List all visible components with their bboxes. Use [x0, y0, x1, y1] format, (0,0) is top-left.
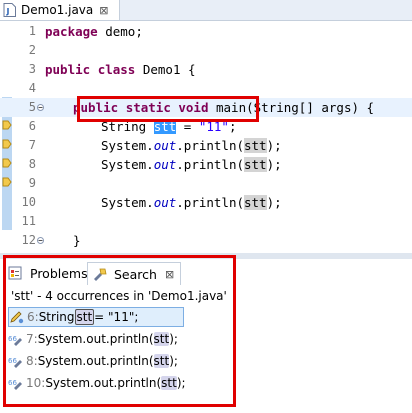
line-number: 2: [28, 43, 36, 57]
occurrence-highlight: stt: [244, 157, 267, 172]
code-token: .println(: [176, 138, 244, 153]
code-line: System.out.println(stt);: [101, 136, 282, 155]
keyword: class: [97, 62, 136, 77]
code-token: .println(: [176, 195, 244, 210]
code-line: System.out.println(stt);: [101, 155, 282, 174]
occurrence-marker-icon[interactable]: [2, 118, 12, 132]
static-field: out: [153, 157, 177, 172]
fold-toggle-icon[interactable]: [37, 231, 44, 250]
line-number: 5: [28, 100, 36, 114]
occurrence-highlight: stt: [244, 195, 267, 210]
line-number: 10: [21, 195, 36, 209]
java-file-icon: J: [3, 3, 16, 17]
code-token: );: [266, 157, 282, 172]
line-number: 7: [28, 138, 36, 152]
static-field: out: [153, 138, 177, 153]
marker-ruler: [0, 21, 14, 253]
code-token: demo;: [97, 24, 143, 39]
code-token: System.: [101, 157, 154, 172]
line-number: 3: [28, 62, 36, 76]
line-number: 9: [28, 176, 36, 190]
code-line: }: [73, 231, 81, 250]
line-number: 12: [21, 233, 36, 247]
keyword: package: [45, 24, 98, 39]
code-token: }: [73, 233, 81, 248]
code-token: Demo1 {: [135, 62, 196, 77]
editor-tab-bar: J Demo1.java ⊠: [0, 0, 412, 21]
line-number: 8: [28, 157, 36, 171]
line-number: 4: [28, 81, 36, 95]
fold-toggle-icon[interactable]: [37, 98, 44, 117]
code-line: package demo;: [45, 22, 143, 41]
static-field: out: [153, 195, 177, 210]
code-line: System.out.println(stt);: [101, 193, 282, 212]
annotation-box-search-panel: [3, 255, 236, 407]
code-token: .println(: [176, 157, 244, 172]
editor-tab-label: Demo1.java: [21, 3, 94, 17]
code-editor[interactable]: 1234567891011121314package demo;public c…: [0, 21, 412, 285]
code-token: System.: [101, 195, 154, 210]
occurrence-highlight: stt: [244, 138, 267, 153]
code-token: );: [266, 195, 282, 210]
occurrence-marker-icon[interactable]: [2, 137, 12, 151]
line-number: 11: [21, 214, 36, 228]
line-number: 6: [28, 119, 36, 133]
code-token: );: [266, 138, 282, 153]
code-token: System.: [101, 138, 154, 153]
occurrence-marker-icon[interactable]: [2, 156, 12, 170]
editor-tab-demo1[interactable]: J Demo1.java ⊠: [0, 0, 120, 20]
annotation-box-code-line: [77, 96, 259, 122]
close-icon[interactable]: ⊠: [99, 4, 108, 17]
line-number: 1: [28, 24, 36, 38]
keyword: public: [45, 62, 91, 77]
svg-text:J: J: [6, 7, 10, 16]
code-line: public class Demo1 {: [45, 60, 196, 79]
occurrence-marker-icon[interactable]: [2, 175, 12, 189]
